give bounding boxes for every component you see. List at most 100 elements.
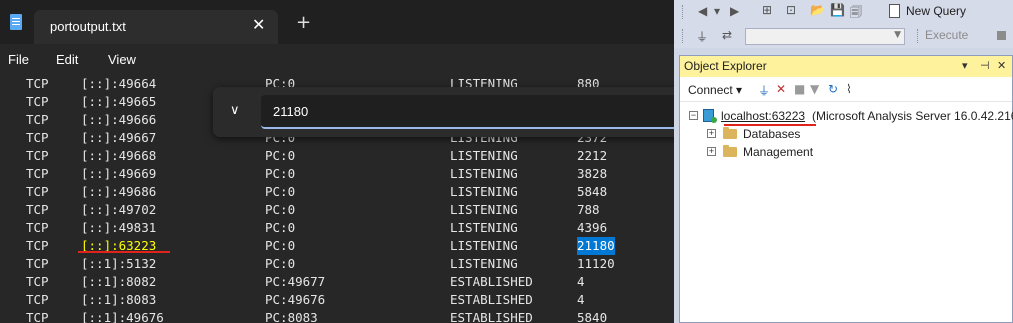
tab-portoutput[interactable]: portoutput.txt ✕ [34,10,278,44]
text-local: [::]:49664 [81,76,157,91]
add-item-icon[interactable]: ⊡ [786,3,796,17]
expand-icon[interactable]: + [707,147,716,156]
main-toolbar: ◀ ▾ ▶ ⊞ ⊡ 📂 💾 🗐 New Query [674,0,1013,24]
disconnect-icon[interactable]: ✕ [776,82,786,96]
text-line: TCP [::]:49669 PC:0 LISTENING 3828 [0,165,674,183]
text-local: [::]:49702 [81,202,157,217]
text-local: [::]:49666 [81,112,157,127]
find-input[interactable]: 21180 [261,95,674,129]
text-local: [::]:49686 [81,184,157,199]
text-local: [::1]:8082 [81,274,157,289]
text-proto: TCP [26,130,49,145]
tree-label-databases: Databases [743,127,801,141]
menu-bar: File Edit View [0,44,674,74]
text-local: [::]:49831 [81,220,157,235]
text-foreign: PC:0 [265,238,296,253]
text-pid: 4 [577,274,585,289]
collapse-icon[interactable]: − [689,111,698,120]
back-icon[interactable]: ◀ [698,4,707,18]
text-state: ESTABLISHED [450,292,533,307]
text-proto: TCP [26,76,49,91]
close-panel-icon[interactable]: ✕ [997,59,1006,72]
text-line: TCP [::]:49702 PC:0 LISTENING 788 [0,201,674,219]
connect-button[interactable]: Connect ▾ [688,83,742,97]
text-foreign: PC:0 [265,202,296,217]
text-local: [::]:49665 [81,94,157,109]
object-explorer-panel: Object Explorer ▾ ⊣ ✕ Connect ▾ ⏚ ✕ ■ ▼ … [679,55,1013,323]
text-state: LISTENING [450,166,518,181]
text-proto: TCP [26,112,49,127]
text-local: [::1]:8083 [81,292,157,307]
connect-object-explorer-icon[interactable]: ⏚ [758,82,770,99]
connect-plug-icon[interactable]: ⏚ [696,28,708,45]
execute-button[interactable]: Execute [925,28,968,42]
analysis-server-icon [703,109,717,123]
text-state: LISTENING [450,148,518,163]
text-pid: 11120 [577,256,615,271]
stop-icon[interactable]: ■ [794,82,805,96]
refresh-icon[interactable]: ↻ [828,82,838,96]
back-dropdown-icon[interactable]: ▾ [714,4,720,18]
expand-replace-chevron-icon[interactable]: ∨ [230,103,240,118]
text-pid: 4 [577,292,585,307]
forward-icon[interactable]: ▶ [730,4,739,18]
text-proto: TCP [26,166,49,181]
red-underline-annotation [78,251,170,253]
notepad-app-icon [10,14,22,30]
text-local: [::]:49669 [81,166,157,181]
tab-title: portoutput.txt [50,19,126,34]
tree-node-databases[interactable]: + Databases [680,125,1013,143]
stop-icon[interactable] [997,31,1006,40]
text-state: ESTABLISHED [450,274,533,289]
save-icon[interactable]: 💾 [830,3,845,17]
available-databases-select[interactable]: ▼ [745,28,905,45]
menu-file[interactable]: File [8,52,29,67]
text-proto: TCP [26,94,49,109]
object-explorer-title: Object Explorer [684,59,767,73]
object-explorer-toolbar: Connect ▾ ⏚ ✕ ■ ▼ ↻ ⌇ [680,77,1012,102]
text-local: [::1]:49676 [81,310,164,323]
tree-node-management[interactable]: + Management [680,143,1013,161]
menu-view[interactable]: View [108,52,136,67]
new-project-icon[interactable]: ⊞ [762,3,772,17]
search-match-highlight: 21180 [577,237,615,255]
filter-icon[interactable]: ▼ [810,82,819,96]
activity-monitor-icon[interactable]: ⌇ [846,82,852,96]
text-local: [::]:49667 [81,130,157,145]
change-connection-icon[interactable]: ⇄ [722,28,732,42]
text-foreign: PC:0 [265,184,296,199]
text-pid: 5840 [577,310,608,323]
text-line: TCP [::1]:5132 PC:0 LISTENING 11120 [0,255,674,273]
new-tab-icon[interactable]: + [296,14,311,32]
server-details: (Microsoft Analysis Server 16.0.42.216 [812,109,1013,123]
open-file-icon[interactable]: 📂 [810,3,825,17]
text-foreign: PC:0 [265,256,296,271]
save-all-icon[interactable]: 🗐 [850,3,862,24]
tree-node-server[interactable]: − localhost:63223 (Microsoft Analysis Se… [680,107,1013,125]
text-proto: TCP [26,238,49,253]
window-position-icon[interactable]: ▾ [962,59,968,72]
menu-edit[interactable]: Edit [56,52,78,67]
text-pid: 788 [577,202,600,217]
close-tab-icon[interactable]: ✕ [252,15,265,34]
folder-icon [723,145,737,157]
toolbar-separator [917,29,921,43]
text-proto: TCP [26,148,49,163]
new-query-button[interactable]: New Query [906,4,966,18]
server-name: localhost:63223 [721,109,806,123]
text-foreign: PC:49677 [265,274,326,289]
expand-icon[interactable]: + [707,129,716,138]
text-proto: TCP [26,220,49,235]
tree-label-management: Management [743,145,814,159]
new-query-icon[interactable] [889,4,900,18]
text-proto: TCP [26,256,49,271]
text-line: TCP [::1]:49676 PC:8083 ESTABLISHED 5840 [0,309,674,323]
text-pid: 4396 [577,220,608,235]
object-explorer-header: Object Explorer ▾ ⊣ ✕ [680,56,1012,77]
chevron-down-icon: ▼ [894,30,901,40]
text-foreign: PC:0 [265,220,296,235]
pin-icon[interactable]: ⊣ [980,59,990,72]
text-line: TCP [::1]:8083 PC:49676 ESTABLISHED 4 [0,291,674,309]
text-pid: 3828 [577,166,608,181]
text-proto: TCP [26,202,49,217]
